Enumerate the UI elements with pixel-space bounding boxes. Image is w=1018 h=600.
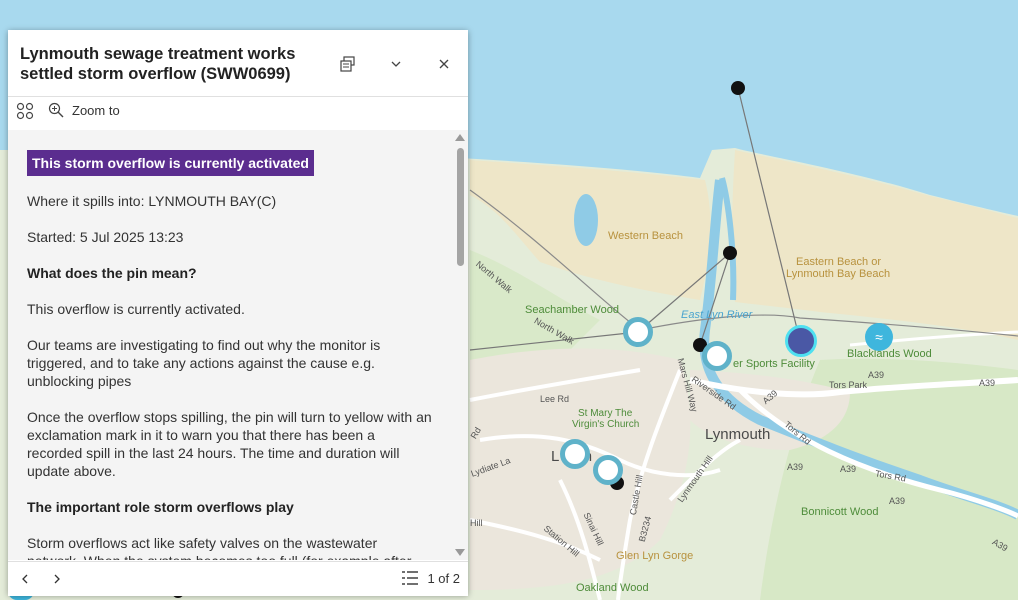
label-hill: Hill [470,518,483,528]
pagination-text: 1 of 2 [427,570,460,586]
started-text: Started: 5 Jul 2025 13:23 [27,229,184,245]
feature-list-button[interactable]: 1 of 2 [401,570,460,586]
label-oakland-wood: Oakland Wood [576,582,649,594]
label-lee-rd: Lee Rd [540,394,570,404]
options-button[interactable] [16,102,34,120]
overflow-pin[interactable] [560,439,590,469]
overflow-pin[interactable] [723,246,737,260]
label-a39: A39 [868,370,885,380]
chevron-right-icon [54,574,60,584]
label-blacklands-wood: Blacklands Wood [847,348,932,360]
role-text: Storm overflows act like safety valves o… [27,535,411,560]
role-heading: The important role storm overflows play [27,499,294,515]
popup-actions: Zoom to [8,97,468,129]
pin-text: This overflow is currently activated. [27,301,245,317]
chevron-down-icon [391,61,401,67]
scrollbar[interactable] [452,130,468,560]
bathing-water-icon[interactable]: ≈ [865,323,893,351]
overflow-pin[interactable] [593,455,623,485]
feature-popup: Lynmouth sewage treatment works settled … [8,30,468,596]
scroll-down-icon[interactable] [455,549,465,556]
label-east-lyn-river: East Lyn River [681,309,753,321]
chevron-left-icon [22,574,28,584]
pond [574,194,598,246]
label-a39: A39 [889,496,906,506]
close-icon [439,59,449,69]
popup-content[interactable]: This storm overflow is currently activat… [8,130,452,560]
spills-into-text: Where it spills into: LYNMOUTH BAY(C) [27,193,277,209]
selected-overflow-pin[interactable] [785,325,817,357]
next-button[interactable] [46,568,68,590]
overflow-pin[interactable] [623,317,653,347]
pin-heading: What does the pin mean? [27,265,197,281]
scrollbar-thumb[interactable] [457,148,464,266]
label-sports-facility: er Sports Facility [733,358,815,370]
popup-title: Lynmouth sewage treatment works settled … [20,45,296,83]
overflow-pin[interactable] [702,341,732,371]
label-a39: A39 [787,462,804,472]
close-button[interactable] [432,52,456,76]
collapse-button[interactable] [384,52,408,76]
zoom-to-label: Zoom to [72,102,120,118]
label-church: Virgin's Church [572,419,640,430]
options-grid-icon [16,102,34,120]
popup-header: Lynmouth sewage treatment works settled … [8,30,468,97]
previous-button[interactable] [14,568,36,590]
status-badge: This storm overflow is currently activat… [27,150,314,176]
label-seachamber-wood: Seachamber Wood [525,304,619,316]
label-tors-park: Tors Park [829,380,868,390]
label-glen-lyn-gorge: Glen Lyn Gorge [616,550,694,562]
zoom-to-button[interactable]: Zoom to [48,102,120,118]
label-bonnicott-wood: Bonnicott Wood [801,506,879,518]
label-church: St Mary The [578,408,633,419]
stop-text: Once the overflow stops spilling, the pi… [27,409,432,479]
label-western-beach: Western Beach [608,230,684,242]
dock-button[interactable] [336,52,360,76]
label-eastern-beach: Eastern Beach or [796,256,881,268]
zoom-in-icon [48,102,64,118]
label-a39: A39 [840,464,857,474]
list-icon [402,571,419,585]
scroll-up-icon[interactable] [455,134,465,141]
popup-footer: 1 of 2 [8,561,468,596]
label-a39: A39 [979,378,996,388]
overflow-pin[interactable] [731,81,745,95]
label-lynmouth: Lynmouth [705,426,771,443]
dock-icon [340,56,355,72]
investigation-text: Our teams are investigating to find out … [27,337,381,389]
label-eastern-beach: Lynmouth Bay Beach [786,268,891,280]
